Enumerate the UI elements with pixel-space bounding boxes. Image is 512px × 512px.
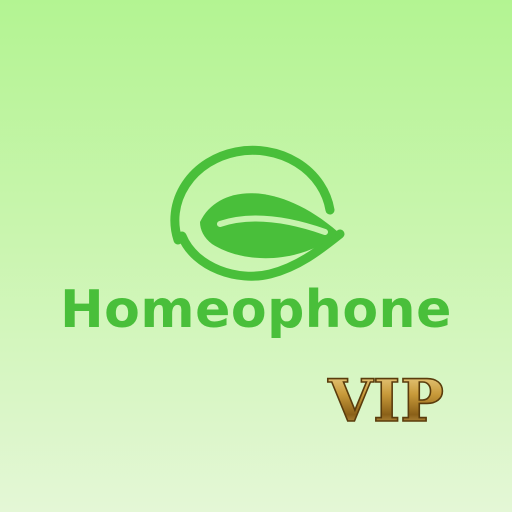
vip-text: VIP [327,367,444,435]
vip-badge: VIP [326,366,444,435]
leaf-in-circle-icon [170,145,345,281]
app-icon: Homeophone VIP [0,0,512,512]
app-name: Homeophone [60,280,452,340]
